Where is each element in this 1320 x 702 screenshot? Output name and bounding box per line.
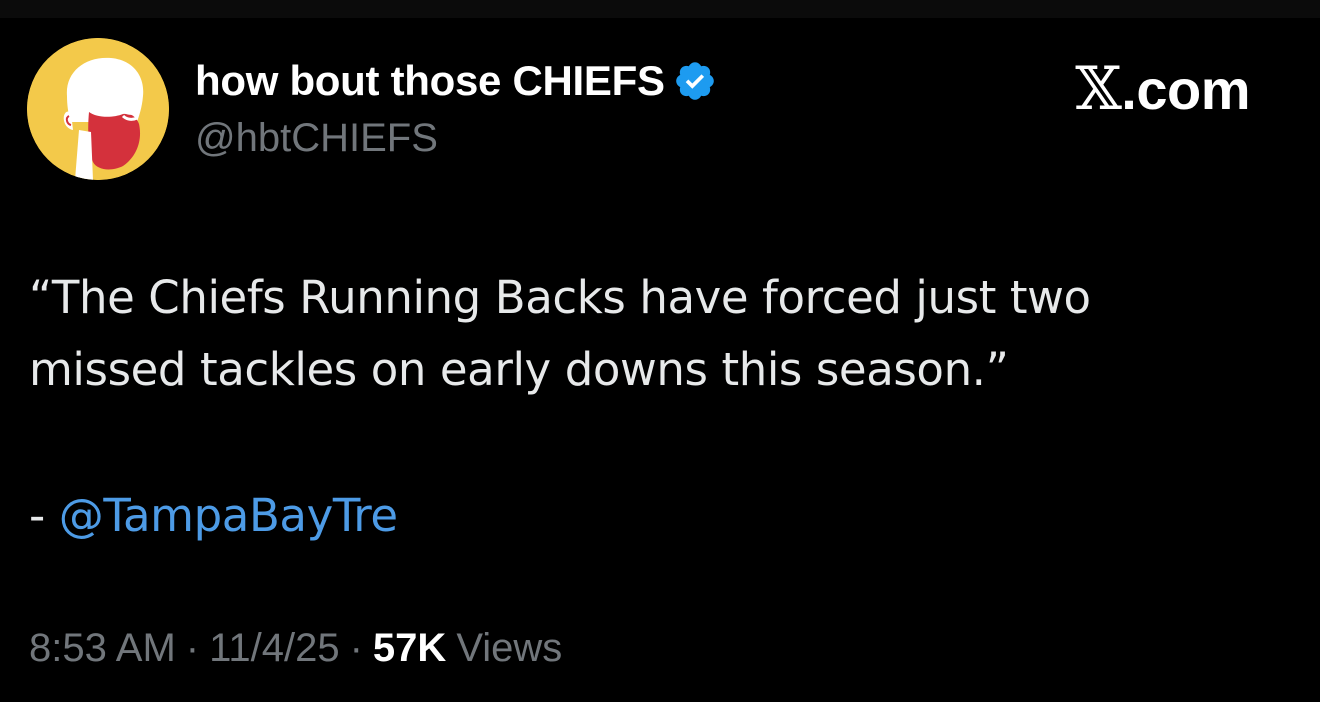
- verified-badge-icon: [673, 59, 717, 103]
- bearded-man-avatar-icon: [27, 38, 169, 180]
- meta-separator: ·: [185, 626, 200, 670]
- tweet-card: how bout those CHIEFS @hbtCHIEFS 𝕏 .com “…: [0, 18, 1320, 702]
- credit-prefix: -: [29, 489, 59, 542]
- top-strip: [0, 0, 1320, 18]
- mention-link[interactable]: @TampaBayTre: [59, 489, 398, 542]
- author-display-name[interactable]: how bout those CHIEFS: [195, 57, 665, 105]
- author-avatar[interactable]: [27, 38, 169, 180]
- views-label: Views: [456, 626, 563, 670]
- x-com-brand: 𝕏 .com: [1075, 54, 1250, 124]
- tweet-meta: 8:53 AM · 11/4/25 · 57K Views: [29, 626, 562, 671]
- x-logo-icon: 𝕏: [1075, 54, 1122, 124]
- tweet-text-line: “The Chiefs Running Backs have forced ju…: [29, 271, 1091, 324]
- tweet-date[interactable]: 11/4/25: [209, 626, 340, 671]
- display-name-row: how bout those CHIEFS: [195, 57, 717, 105]
- tweet-time[interactable]: 8:53 AM: [29, 626, 176, 671]
- brand-suffix: .com: [1121, 57, 1250, 121]
- tweet-text: “The Chiefs Running Backs have forced ju…: [29, 262, 1289, 406]
- views-count[interactable]: 57K: [373, 626, 446, 671]
- meta-separator: ·: [349, 626, 363, 670]
- tweet-credit: - @TampaBayTre: [29, 480, 398, 552]
- author-handle[interactable]: @hbtCHIEFS: [195, 116, 438, 161]
- tweet-text-line: missed tackles on early downs this seaso…: [29, 343, 1009, 396]
